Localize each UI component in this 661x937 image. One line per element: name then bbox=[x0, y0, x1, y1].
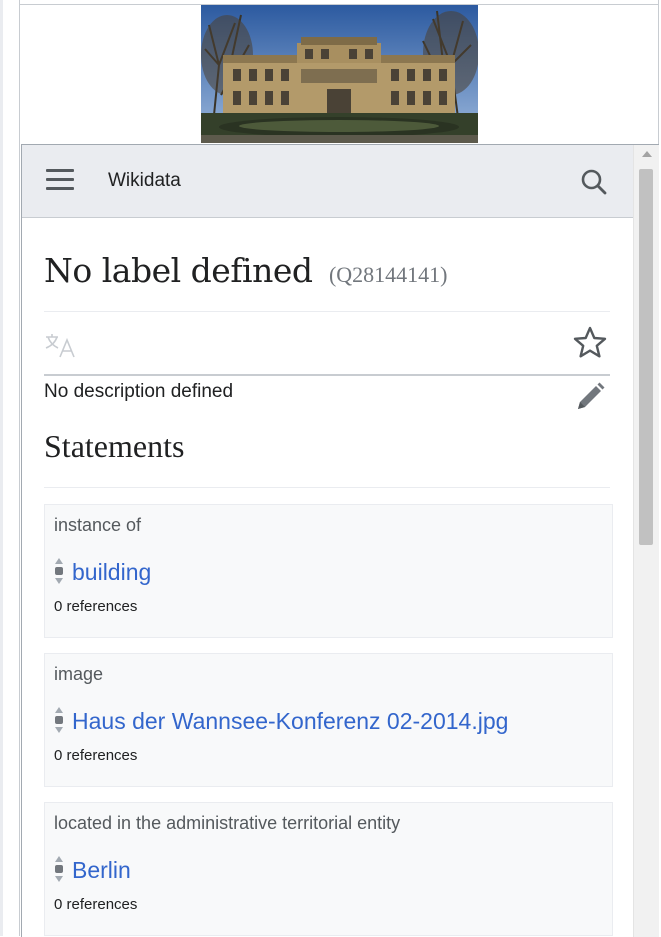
references-toggle[interactable]: 0 references bbox=[54, 896, 137, 913]
rank-icon[interactable] bbox=[54, 855, 64, 883]
title-row: No label defined (Q28144141) bbox=[44, 251, 610, 290]
scrollbar-thumb[interactable] bbox=[639, 169, 653, 545]
references-toggle[interactable]: 0 references bbox=[54, 747, 137, 764]
pencil-icon[interactable] bbox=[572, 381, 608, 413]
statement-image: image Haus der Wannsee-Konferenz 02-2014… bbox=[44, 653, 613, 787]
rank-icon[interactable] bbox=[54, 706, 64, 734]
page-header: Wikidata bbox=[22, 145, 633, 218]
statement-instance-of: instance of building 0 references bbox=[44, 504, 613, 638]
property-label[interactable]: instance of bbox=[54, 515, 141, 536]
value-link[interactable]: Haus der Wannsee-Konferenz 02-2014.jpg bbox=[72, 708, 508, 735]
page-title: No label defined bbox=[44, 251, 313, 290]
property-label[interactable]: image bbox=[54, 664, 103, 685]
scroll-up-arrow-icon[interactable] bbox=[642, 151, 652, 157]
rank-icon[interactable] bbox=[54, 557, 64, 585]
mobile-page-frame: Wikidata No label defined (Q28144141) No… bbox=[21, 144, 659, 937]
entity-description: No description defined bbox=[44, 381, 234, 402]
site-name[interactable]: Wikidata bbox=[108, 170, 181, 192]
translate-icon[interactable] bbox=[44, 331, 80, 359]
title-divider bbox=[44, 311, 610, 312]
entity-id: (Q28144141) bbox=[328, 262, 448, 287]
statements-heading: Statements bbox=[44, 428, 185, 464]
statement-located-in: located in the administrative territoria… bbox=[44, 802, 613, 936]
building-photo bbox=[201, 5, 478, 143]
star-icon[interactable] bbox=[572, 325, 608, 361]
frame-left-border bbox=[19, 0, 20, 936]
left-page-edge bbox=[0, 0, 3, 936]
value-link[interactable]: Berlin bbox=[72, 857, 131, 884]
hamburger-menu-icon[interactable] bbox=[46, 169, 74, 193]
search-icon[interactable] bbox=[579, 167, 609, 197]
statements-divider bbox=[44, 487, 610, 488]
value-link[interactable]: building bbox=[72, 559, 151, 586]
description-divider bbox=[44, 374, 610, 376]
references-toggle[interactable]: 0 references bbox=[54, 598, 137, 615]
property-label[interactable]: located in the administrative territoria… bbox=[54, 813, 400, 834]
vertical-scrollbar[interactable] bbox=[633, 145, 659, 937]
